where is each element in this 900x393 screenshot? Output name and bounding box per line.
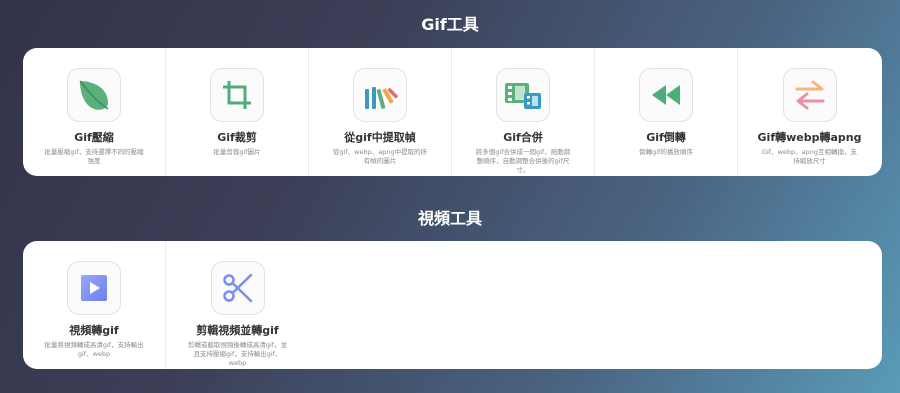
convert-arrows-icon <box>782 68 837 122</box>
tool-description: 批量壓縮gif，支持選擇不同的壓縮強度 <box>44 148 144 165</box>
section-title-gif: Gif工具 <box>421 15 479 34</box>
tool-card-clip-video-to-gif[interactable]: 剪輯視頻並轉gif 剪輯或截取視頻後轉成高清gif，並且支持壓縮gif，支持輸出… <box>166 241 309 369</box>
tool-title: Gif轉webp轉apng <box>757 131 862 144</box>
film-merge-icon <box>496 68 550 122</box>
tool-title: Gif倒轉 <box>646 131 686 144</box>
rewind-icon <box>639 68 693 122</box>
tool-card-gif-reverse[interactable]: Gif倒轉 倒轉gif的播放順序 <box>595 48 738 176</box>
tool-title: Gif合併 <box>503 131 543 144</box>
tool-card-gif-crop[interactable]: Gif裁剪 批量剪裁gif圖片 <box>166 48 309 176</box>
tool-description: 批量剪裁gif圖片 <box>213 148 261 156</box>
tool-description: 倒轉gif的播放順序 <box>639 148 693 156</box>
video-play-icon <box>67 261 121 315</box>
section-title-video: 視頻工具 <box>417 209 482 228</box>
crop-icon <box>210 68 264 122</box>
scissors-icon <box>210 261 265 315</box>
tool-description: 從gif、webp、apng中提取的所有幀的圖片 <box>332 148 428 165</box>
tool-title: Gif裁剪 <box>217 131 257 144</box>
tool-description: 剪輯或截取視頻後轉成高清gif，並且支持壓縮gif，支持輸出gif、webp <box>187 341 288 367</box>
video-tools-panel: 視頻轉gif 批量將視頻轉成高清gif，支持輸出gif、webp 剪輯視頻並轉g… <box>23 241 882 369</box>
tool-card-format-convert[interactable]: Gif轉webp轉apng Gif、webp、apng互相轉換，支持縮放尺寸 <box>738 48 881 176</box>
tool-description: Gif、webp、apng互相轉換，支持縮放尺寸 <box>761 148 858 165</box>
tool-card-video-to-gif[interactable]: 視頻轉gif 批量將視頻轉成高清gif，支持輸出gif、webp <box>23 241 166 369</box>
tool-card-extract-frames[interactable]: 從gif中提取幀 從gif、webp、apng中提取的所有幀的圖片 <box>309 48 452 176</box>
frames-icon <box>353 68 407 122</box>
tool-description: 批量將視頻轉成高清gif，支持輸出gif、webp <box>44 341 144 358</box>
gif-tools-panel: Gif壓縮 批量壓縮gif，支持選擇不同的壓縮強度 Gif裁剪 批量剪裁gif圖… <box>23 48 882 176</box>
leaf-icon <box>67 68 121 122</box>
tool-title: Gif壓縮 <box>74 131 114 144</box>
tool-title: 從gif中提取幀 <box>344 131 416 144</box>
tool-card-gif-merge[interactable]: Gif合併 將多個gif合併成一個gif，拖動調整順序，自動調整合併後的gif尺… <box>452 48 595 176</box>
tool-title: 視頻轉gif <box>69 324 119 337</box>
tool-card-gif-compress[interactable]: Gif壓縮 批量壓縮gif，支持選擇不同的壓縮強度 <box>23 48 166 176</box>
tool-description: 將多個gif合併成一個gif，拖動調整順序，自動調整合併後的gif尺寸。 <box>475 148 571 174</box>
tool-title: 剪輯視頻並轉gif <box>196 324 279 337</box>
